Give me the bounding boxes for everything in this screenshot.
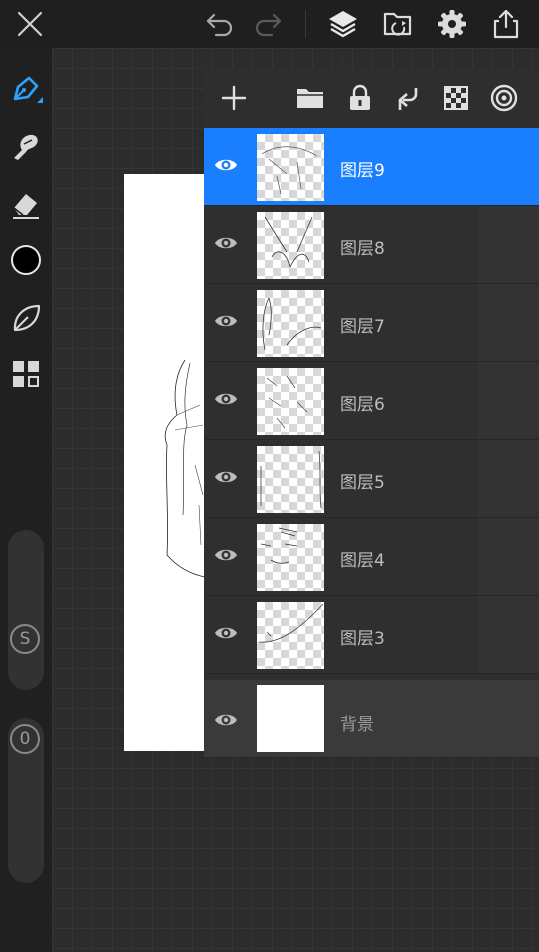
layer-row-background[interactable]: 背景: [204, 680, 539, 758]
layers-icon: [329, 11, 357, 38]
visibility-toggle[interactable]: [214, 623, 238, 647]
background-thumbnail: [257, 685, 324, 752]
layer-row[interactable]: 图层8: [204, 206, 539, 284]
color-swatch-circle: [11, 245, 41, 275]
layer-name: 图层5: [340, 473, 385, 493]
layer-row[interactable]: 图层6: [204, 362, 539, 440]
layer-thumbnail: [257, 368, 324, 435]
target-button[interactable]: [488, 82, 520, 114]
leaf-brush-button[interactable]: [8, 300, 44, 336]
add-layer-icon: [221, 85, 247, 111]
undo-button[interactable]: [204, 8, 236, 40]
transparency-button[interactable]: [440, 82, 472, 114]
eye-icon: [215, 393, 237, 405]
undo-icon: [206, 13, 233, 37]
layer-row[interactable]: 图层9: [204, 128, 539, 206]
eye-icon: [215, 549, 237, 561]
layer-thumbnail: [257, 602, 324, 669]
pen-tool-icon: [13, 76, 43, 103]
tool-sidebar: S 0: [0, 48, 52, 952]
color-swatch[interactable]: [8, 242, 44, 278]
import-image-button[interactable]: [381, 6, 415, 42]
layer-row[interactable]: 图层5: [204, 440, 539, 518]
eye-icon: [215, 159, 237, 171]
size-slider-knob[interactable]: S: [10, 624, 40, 654]
folder-icon: [297, 89, 323, 108]
layers-panel-toolbar: [204, 68, 539, 128]
toolbar-divider: [305, 10, 306, 38]
layer-name: 图层8: [340, 239, 385, 259]
eye-icon: [215, 315, 237, 327]
smudge-tool-icon: [14, 134, 38, 160]
opacity-slider-knob[interactable]: 0: [10, 724, 40, 754]
gear-icon: [438, 10, 466, 38]
redo-icon: [255, 13, 282, 37]
pen-tool-button[interactable]: [8, 72, 44, 108]
smudge-tool-button[interactable]: [8, 128, 44, 164]
layer-name: 图层3: [340, 629, 385, 649]
layers-panel-caret: [333, 56, 353, 68]
visibility-toggle[interactable]: [214, 467, 238, 491]
layer-row[interactable]: 图层7: [204, 284, 539, 362]
layers-panel: 图层9 图层8 图层7 图层6 图层5 图层4 图层3 背景: [204, 68, 539, 758]
layer-name: 图层7: [340, 317, 385, 337]
opacity-slider[interactable]: 0: [8, 718, 44, 883]
visibility-toggle[interactable]: [214, 155, 238, 179]
layer-thumbnail: [257, 134, 324, 201]
redo-button[interactable]: [252, 8, 284, 40]
eraser-button[interactable]: [8, 186, 44, 222]
visibility-toggle[interactable]: [214, 233, 238, 257]
share-icon: [493, 9, 519, 39]
layer-row[interactable]: 图层3: [204, 596, 539, 674]
layers-button[interactable]: [326, 6, 360, 42]
layer-name: 图层6: [340, 395, 385, 415]
layer-thumbnail: [257, 212, 324, 279]
close-icon: [17, 11, 43, 37]
eye-icon: [215, 627, 237, 639]
eye-icon: [215, 471, 237, 483]
folder-button[interactable]: [294, 82, 326, 114]
lock-icon: [350, 84, 370, 110]
top-toolbar: [0, 0, 539, 48]
share-button[interactable]: [489, 6, 523, 42]
leaf-brush-icon: [13, 304, 41, 332]
layer-thumbnail: [257, 290, 324, 357]
add-layer-button[interactable]: [218, 82, 250, 114]
layer-name: 图层4: [340, 551, 385, 571]
settings-button[interactable]: [435, 6, 469, 42]
size-slider-label: S: [19, 629, 31, 649]
apps-button[interactable]: [8, 356, 44, 392]
visibility-toggle[interactable]: [214, 710, 238, 734]
grid-apps-icon: [13, 361, 39, 387]
eye-icon: [215, 237, 237, 249]
import-image-icon: [383, 12, 412, 36]
visibility-toggle[interactable]: [214, 311, 238, 335]
layer-thumbnail: [257, 446, 324, 513]
close-button[interactable]: [14, 8, 46, 40]
visibility-toggle[interactable]: [214, 389, 238, 413]
layer-name: 背景: [340, 715, 374, 735]
merge-down-icon: [398, 88, 418, 110]
eye-icon: [215, 714, 237, 726]
eraser-icon: [13, 194, 39, 219]
target-icon: [490, 84, 518, 112]
lock-button[interactable]: [344, 82, 376, 114]
checker-transparency-icon: [444, 86, 468, 110]
layer-name: 图层9: [340, 161, 385, 181]
opacity-slider-label: 0: [19, 729, 31, 749]
visibility-toggle[interactable]: [214, 545, 238, 569]
layer-row[interactable]: 图层4: [204, 518, 539, 596]
brush-size-slider[interactable]: S: [8, 530, 44, 690]
layer-thumbnail: [257, 524, 324, 591]
merge-down-button[interactable]: [392, 82, 424, 114]
